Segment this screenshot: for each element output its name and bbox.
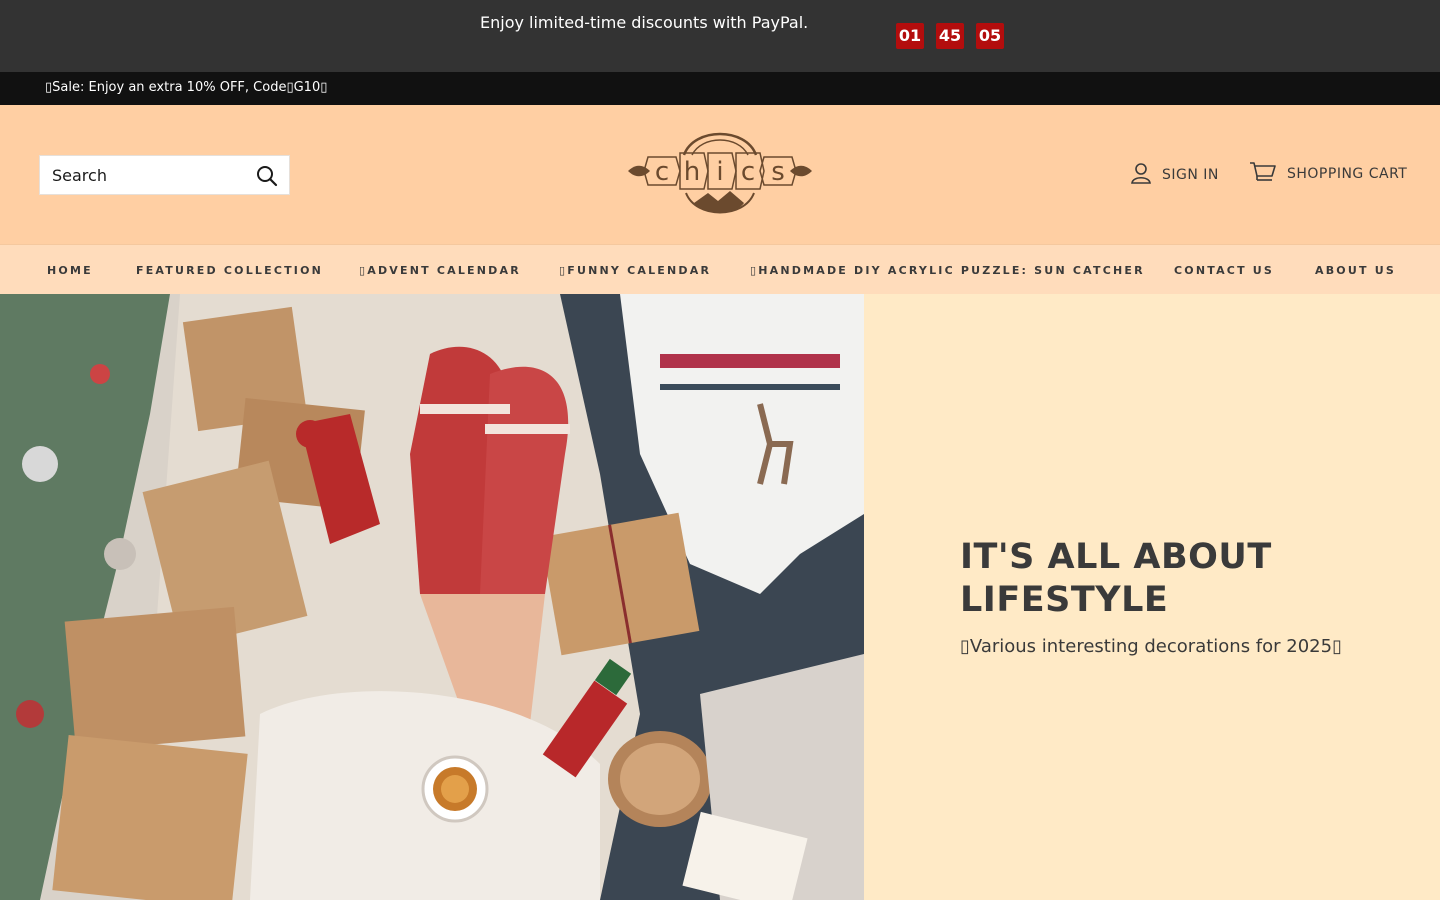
logo-letter: h	[684, 157, 700, 187]
sign-in-label: SIGN IN	[1162, 167, 1219, 183]
announcement-bar: ▯Sale: Enjoy an extra 10% OFF, Code▯G10▯	[0, 72, 1440, 105]
promo-bar: Enjoy limited-time discounts with PayPal…	[0, 0, 1440, 72]
logo-letter: s	[771, 157, 785, 187]
search-box	[39, 155, 290, 195]
countdown-minutes: 45	[936, 23, 964, 49]
hero-title: IT'S ALL ABOUT LIFESTYLE	[960, 537, 1272, 620]
sign-in-link[interactable]: SIGN IN	[1130, 163, 1219, 187]
countdown-hours: 01	[896, 23, 924, 49]
nav-item-acrylic-puzzle[interactable]: ▯HANDMADE DIY ACRYLIC PUZZLE: SUN CATCHE…	[750, 264, 1145, 277]
shopping-cart-label: SHOPPING CART	[1287, 166, 1408, 182]
site-logo[interactable]: c h i c s	[626, 121, 814, 221]
nav-item-home[interactable]: HOME	[47, 264, 93, 277]
shopping-cart-link[interactable]: SHOPPING CART	[1249, 161, 1407, 187]
search-input[interactable]	[40, 156, 250, 194]
countdown-seconds: 05	[976, 23, 1004, 49]
user-icon	[1130, 162, 1152, 188]
nav-item-about-us[interactable]: ABOUT US	[1315, 264, 1396, 277]
hero-subtitle: ▯Various interesting decorations for 202…	[960, 636, 1342, 657]
nav-item-advent-calendar[interactable]: ▯ADVENT CALENDAR	[359, 264, 521, 277]
nav-item-featured-collection[interactable]: FEATURED COLLECTION	[136, 264, 323, 277]
promo-text: Enjoy limited-time discounts with PayPal…	[480, 13, 809, 32]
hero-panel: IT'S ALL ABOUT LIFESTYLE ▯Various intere…	[864, 294, 1440, 900]
main-nav: HOME FEATURED COLLECTION ▯ADVENT CALENDA…	[0, 244, 1440, 294]
logo-graphic: c h i c s	[628, 132, 812, 214]
site-header: c h i c s SIGN IN SH	[0, 105, 1440, 244]
logo-letter: c	[741, 157, 755, 187]
announcement-text[interactable]: ▯Sale: Enjoy an extra 10% OFF, Code▯G10▯	[45, 80, 327, 95]
nav-item-funny-calendar[interactable]: ▯FUNNY CALENDAR	[559, 264, 711, 277]
hero-image	[0, 294, 864, 900]
logo-letter: i	[716, 157, 723, 187]
search-icon[interactable]	[255, 164, 279, 188]
cart-icon	[1249, 160, 1277, 188]
nav-item-contact-us[interactable]: CONTACT US	[1174, 264, 1274, 277]
logo-letter: c	[655, 157, 669, 187]
